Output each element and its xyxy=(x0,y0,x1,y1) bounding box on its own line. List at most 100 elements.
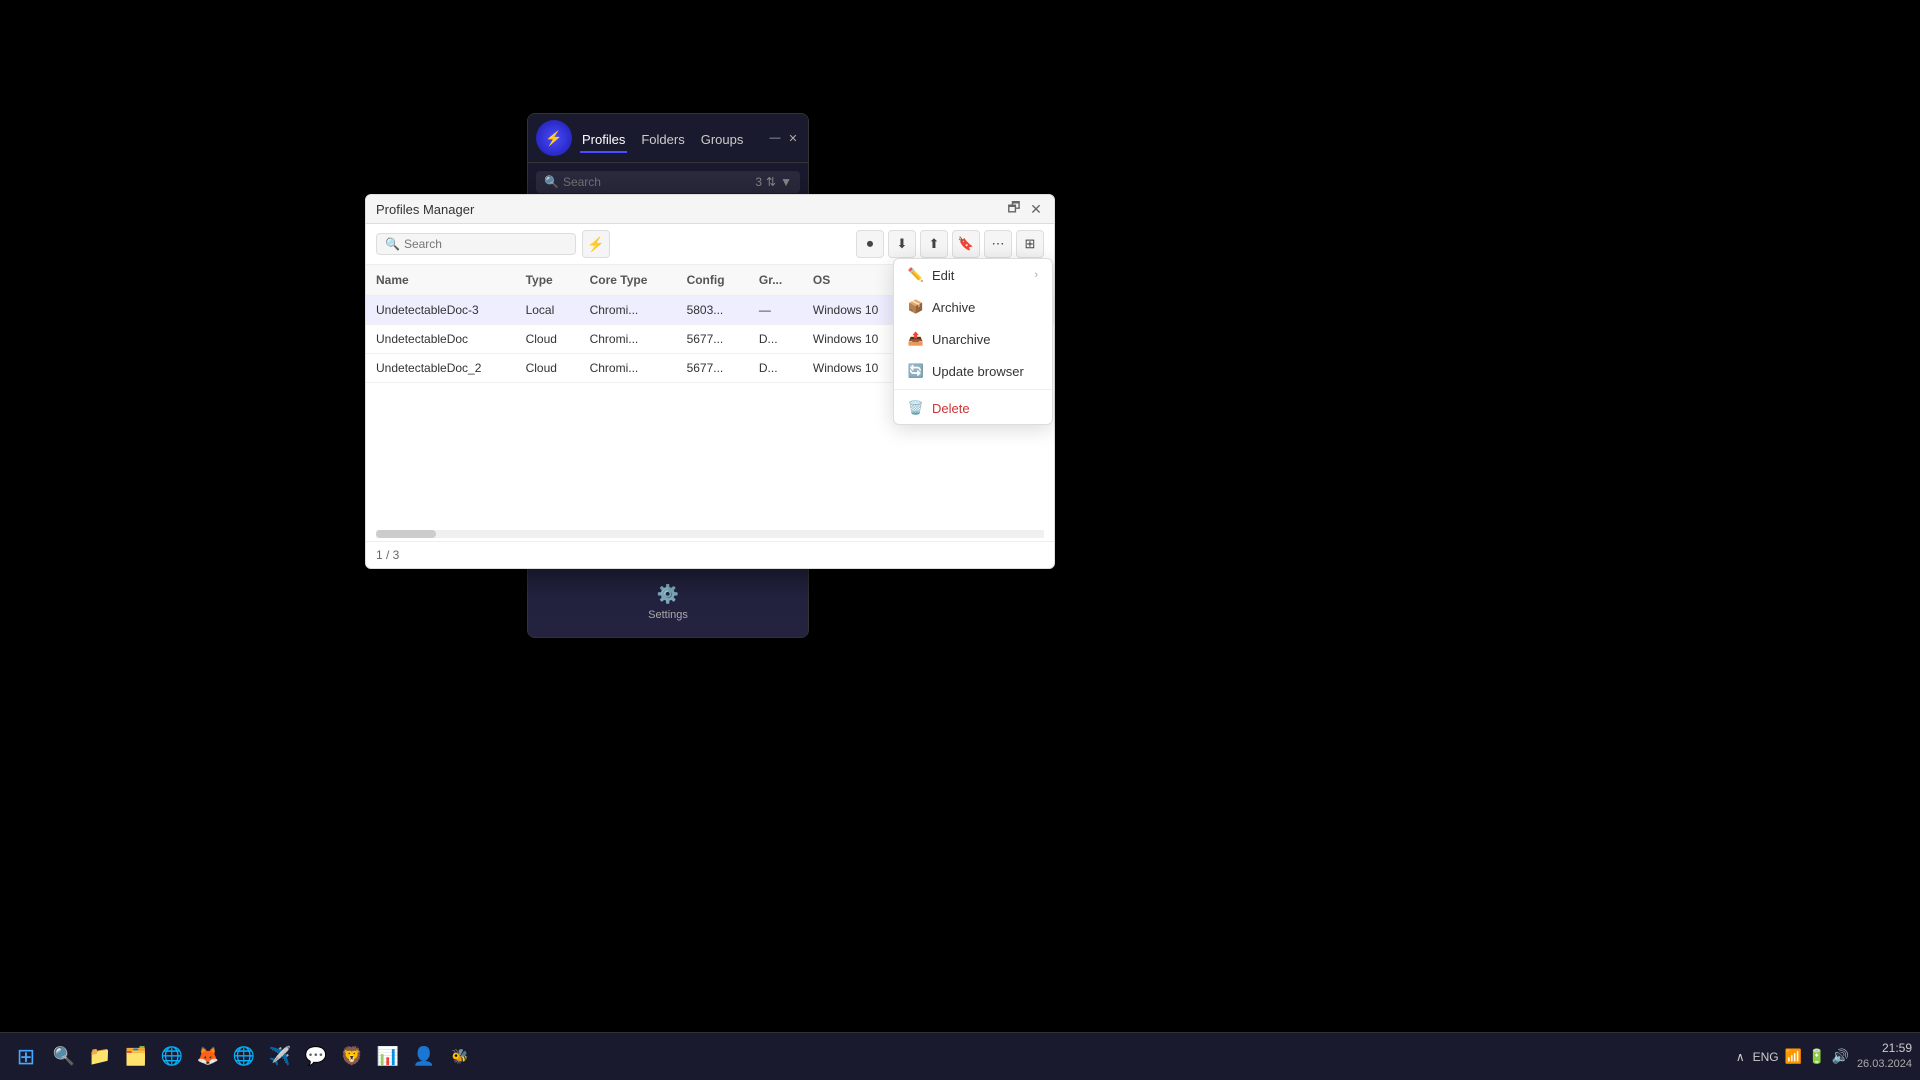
taskbar-app2-icon[interactable]: 👤 xyxy=(408,1041,440,1073)
taskbar-explorer-icon[interactable]: 🗂️ xyxy=(120,1041,152,1073)
more-icon: ⋯ xyxy=(992,236,1005,252)
unarchive-icon: 📤 xyxy=(908,331,924,347)
row-config: 5803... xyxy=(677,296,749,325)
search-icon: 🔍 xyxy=(53,1046,75,1067)
filter-button[interactable]: ⚡ xyxy=(582,230,610,258)
context-menu-archive[interactable]: 📦 Archive xyxy=(894,291,1052,323)
row-core-type: Chromi... xyxy=(580,325,677,354)
app1-icon: 📊 xyxy=(377,1046,399,1067)
start-button[interactable]: ⊞ xyxy=(8,1039,44,1075)
taskbar-search-icon[interactable]: 🔍 xyxy=(48,1041,80,1073)
battery-icon[interactable]: 🔋 xyxy=(1808,1048,1825,1065)
page-indicator: 1 / 3 xyxy=(376,548,399,562)
bg-settings-item[interactable]: ⚙️ Settings xyxy=(648,584,688,621)
bookmark-icon: 🔖 xyxy=(958,236,974,252)
bg-search-input[interactable] xyxy=(563,175,751,189)
bg-tab-profiles[interactable]: Profiles xyxy=(580,128,627,153)
bg-count-badge: 3 xyxy=(755,175,762,189)
download-button[interactable]: ⬇ xyxy=(888,230,916,258)
firefox-icon: 🦊 xyxy=(197,1046,219,1067)
bg-sort-icon[interactable]: ⇅ xyxy=(766,175,776,189)
refresh-icon: 🔄 xyxy=(908,363,924,379)
context-menu-unarchive[interactable]: 📤 Unarchive xyxy=(894,323,1052,355)
archive-label: Archive xyxy=(932,300,975,315)
columns-button[interactable]: ⊞ xyxy=(1016,230,1044,258)
discord-icon: 💬 xyxy=(305,1046,327,1067)
row-group: D... xyxy=(749,325,803,354)
bg-minimize-button[interactable]: — xyxy=(768,131,782,145)
context-menu: ✏️ Edit › 📦 Archive 📤 Unarchive 🔄 Update… xyxy=(893,258,1053,425)
row-type: Cloud xyxy=(516,354,580,383)
system-tray: ENG 📶 🔋 🔊 xyxy=(1753,1048,1849,1065)
clock: 21:59 26.03.2024 xyxy=(1857,1040,1912,1072)
search-icon: 🔍 xyxy=(385,237,400,251)
brave-icon: 🦁 xyxy=(341,1046,363,1067)
row-name: UndetectableDoc-3 xyxy=(366,296,516,325)
explorer-icon: 🗂️ xyxy=(125,1046,147,1067)
volume-icon[interactable]: 🔊 xyxy=(1832,1048,1849,1065)
taskbar-discord-icon[interactable]: 💬 xyxy=(300,1041,332,1073)
taskbar-app1-icon[interactable]: 📊 xyxy=(372,1041,404,1073)
more-button[interactable]: ⋯ xyxy=(984,230,1012,258)
col-config: Config xyxy=(677,265,749,296)
lang-indicator: ENG xyxy=(1753,1050,1779,1064)
upload-icon: ⬆ xyxy=(929,236,940,252)
row-group: — xyxy=(749,296,803,325)
row-type: Local xyxy=(516,296,580,325)
archive-icon: 📦 xyxy=(908,299,924,315)
row-core-type: Chromi... xyxy=(580,354,677,383)
delete-label: Delete xyxy=(932,401,970,416)
toolbar-actions: ⏺ ⬇ ⬆ 🔖 ⋯ ⊞ xyxy=(856,230,1044,258)
bg-search-icon: 🔍 xyxy=(544,175,559,189)
taskbar-brave-icon[interactable]: 🦁 xyxy=(336,1041,368,1073)
bg-titlebar: ⚡ Profiles Folders Groups — ✕ xyxy=(528,114,808,163)
record-icon: ⏺ xyxy=(867,236,874,252)
taskbar: ⊞ 🔍 📁 🗂️ 🌐 🦊 🌐 ✈️ 💬 🦁 📊 👤 🐝 ∧ ENG 📶 xyxy=(0,1032,1920,1080)
telegram-icon: ✈️ xyxy=(269,1046,291,1067)
taskbar-browser2-icon[interactable]: 🌐 xyxy=(228,1041,260,1073)
bg-tab-folders[interactable]: Folders xyxy=(639,128,686,153)
windows-logo-icon: ⊞ xyxy=(17,1044,35,1070)
bg-settings-bar: ⚙️ Settings xyxy=(528,567,808,637)
taskbar-files-icon[interactable]: 📁 xyxy=(84,1041,116,1073)
upload-button[interactable]: ⬆ xyxy=(920,230,948,258)
edit-icon: ✏️ xyxy=(908,267,924,283)
bg-tab-groups[interactable]: Groups xyxy=(699,128,746,153)
show-hidden-icon[interactable]: ∧ xyxy=(1736,1050,1745,1064)
wifi-icon[interactable]: 📶 xyxy=(1785,1048,1802,1065)
window-controls: 🗗 ✕ xyxy=(1006,201,1044,217)
row-core-type: Chromi... xyxy=(580,296,677,325)
record-button[interactable]: ⏺ xyxy=(856,230,884,258)
horizontal-scrollbar[interactable] xyxy=(376,530,1044,538)
search-input[interactable] xyxy=(404,237,567,251)
row-config: 5677... xyxy=(677,354,749,383)
folder-icon: 📁 xyxy=(89,1046,111,1067)
bg-nav-tabs: Profiles Folders Groups xyxy=(580,124,768,153)
close-button[interactable]: ✕ xyxy=(1028,201,1044,217)
context-menu-delete[interactable]: 🗑️ Delete xyxy=(894,392,1052,424)
taskbar-telegram-icon[interactable]: ✈️ xyxy=(264,1041,296,1073)
col-group: Gr... xyxy=(749,265,803,296)
col-name: Name xyxy=(366,265,516,296)
row-type: Cloud xyxy=(516,325,580,354)
context-menu-edit[interactable]: ✏️ Edit › xyxy=(894,259,1052,291)
minimize-button[interactable]: 🗗 xyxy=(1006,201,1022,217)
settings-label: Settings xyxy=(648,609,688,621)
taskbar-app3-icon[interactable]: 🐝 xyxy=(444,1041,476,1073)
search-container: 🔍 xyxy=(376,233,576,255)
chrome-icon: 🌐 xyxy=(161,1046,183,1067)
bg-close-button[interactable]: ✕ xyxy=(786,131,800,145)
settings-gear-icon: ⚙️ xyxy=(657,584,679,605)
context-menu-update-browser[interactable]: 🔄 Update browser xyxy=(894,355,1052,387)
app3-icon: 🐝 xyxy=(451,1048,468,1065)
taskbar-chrome-icon[interactable]: 🌐 xyxy=(156,1041,188,1073)
context-menu-divider xyxy=(894,389,1052,390)
time-display: 21:59 xyxy=(1857,1040,1912,1057)
bg-filter-icon[interactable]: ▼ xyxy=(780,175,792,189)
taskbar-firefox-icon[interactable]: 🦊 xyxy=(192,1041,224,1073)
browser2-icon: 🌐 xyxy=(233,1046,255,1067)
bg-search-bar: 🔍 3 ⇅ ▼ xyxy=(536,171,800,193)
bookmark-button[interactable]: 🔖 xyxy=(952,230,980,258)
row-name: UndetectableDoc xyxy=(366,325,516,354)
edit-label: Edit xyxy=(932,268,954,283)
